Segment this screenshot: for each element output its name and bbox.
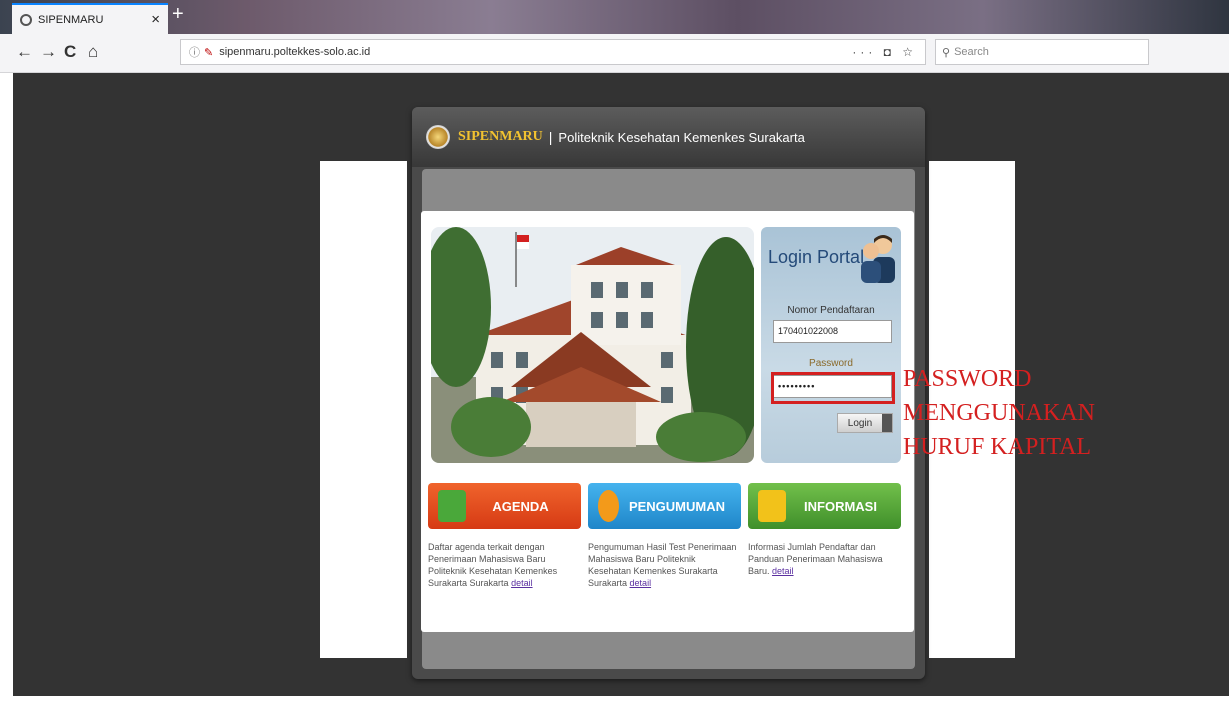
tile-pengumuman-label: PENGUMUMAN xyxy=(628,498,725,514)
reload-button[interactable]: C xyxy=(64,40,76,64)
login-portal: Login Portal Nomor Pendaftaran 170401022… xyxy=(761,227,901,463)
institution-name: Politeknik Kesehatan Kemenkes Surakarta xyxy=(558,129,805,145)
tile-informasi[interactable]: INFORMASI xyxy=(748,483,901,529)
login-portal-title: Login Portal xyxy=(768,247,865,267)
browser-tab[interactable]: SIPENMARU × xyxy=(12,3,168,34)
info-icon[interactable]: ⓘ xyxy=(189,44,200,60)
megaphone-icon xyxy=(598,490,619,522)
tab-title: SIPENMARU xyxy=(38,13,104,26)
users-avatar-icon xyxy=(861,235,895,283)
pengumuman-desc-text: Pengumuman Hasil Test Penerimaan Mahasis… xyxy=(588,542,737,588)
site-header: SIPENMARU | Politeknik Kesehatan Kemenke… xyxy=(412,107,925,167)
campus-building-image xyxy=(431,227,754,463)
login-button[interactable]: Login xyxy=(837,413,893,433)
agenda-detail-link[interactable]: detail xyxy=(511,578,533,588)
new-tab-button[interactable]: + xyxy=(172,4,184,24)
card-content: Login Portal Nomor Pendaftaran 170401022… xyxy=(421,211,914,632)
forward-button[interactable]: → xyxy=(40,40,57,64)
address-bar[interactable]: ⓘ ✎ sipenmaru.poltekkes-solo.ac.id ··· ◘… xyxy=(180,39,926,65)
login-button-label: Login xyxy=(847,417,873,429)
nomor-pendaftaran-label: Nomor Pendaftaran xyxy=(787,305,875,316)
notebook-icon xyxy=(438,490,466,522)
search-placeholder: Search xyxy=(954,46,989,58)
tile-agenda-label: AGENDA xyxy=(492,498,549,514)
login-card: SIPENMARU | Politeknik Kesehatan Kemenke… xyxy=(412,107,925,679)
password-highlight-box xyxy=(771,372,895,404)
tile-informasi-description: Informasi Jumlah Pendaftar dan Panduan P… xyxy=(748,541,901,577)
chat-bubbles-icon xyxy=(758,490,786,522)
annotation-line-2: HURUF KAPITAL xyxy=(903,434,1092,460)
site-favicon-icon xyxy=(20,13,32,26)
left-side-panel xyxy=(320,161,407,658)
search-icon: ⚲ xyxy=(942,46,951,59)
annotation-line-1: PASSWORD MENGGUNAKAN xyxy=(903,366,1095,426)
back-button[interactable]: ← xyxy=(16,40,33,64)
poltekkes-logo-icon xyxy=(426,125,450,149)
page-actions[interactable]: ··· ◘ ☆ xyxy=(852,45,917,59)
search-box[interactable]: ⚲ Search xyxy=(935,39,1149,65)
site-name: SIPENMARU xyxy=(458,129,543,144)
tile-pengumuman-description: Pengumuman Hasil Test Penerimaan Mahasis… xyxy=(588,541,741,589)
informasi-detail-link[interactable]: detail xyxy=(772,566,794,576)
url-text[interactable]: sipenmaru.poltekkes-solo.ac.id xyxy=(219,46,852,58)
agenda-desc-text: Daftar agenda terkait dengan Penerimaan … xyxy=(428,542,558,588)
tab-strip: SIPENMARU × + xyxy=(0,0,1229,34)
header-separator: | xyxy=(548,129,553,145)
login-arrow-icon xyxy=(882,414,892,432)
tile-pengumuman[interactable]: PENGUMUMAN xyxy=(588,483,741,529)
tile-informasi-label: INFORMASI xyxy=(804,498,877,514)
navigation-toolbar: ← → C ⌂ ⓘ ✎ sipenmaru.poltekkes-solo.ac.… xyxy=(0,34,1229,73)
home-button[interactable]: ⌂ xyxy=(88,40,98,64)
tile-agenda-description: Daftar agenda terkait dengan Penerimaan … xyxy=(428,541,581,589)
tile-agenda[interactable]: AGENDA xyxy=(428,483,581,529)
pengumuman-detail-link[interactable]: detail xyxy=(630,578,652,588)
insecure-lock-icon[interactable]: ✎ xyxy=(204,46,213,59)
password-label: Password xyxy=(809,358,853,369)
informasi-desc-text: Informasi Jumlah Pendaftar dan Panduan P… xyxy=(748,542,883,576)
nomor-pendaftaran-input[interactable]: 170401022008 xyxy=(773,320,892,343)
password-annotation: PASSWORD MENGGUNAKAN HURUF KAPITAL xyxy=(903,362,1229,464)
close-tab-icon[interactable]: × xyxy=(151,11,160,28)
